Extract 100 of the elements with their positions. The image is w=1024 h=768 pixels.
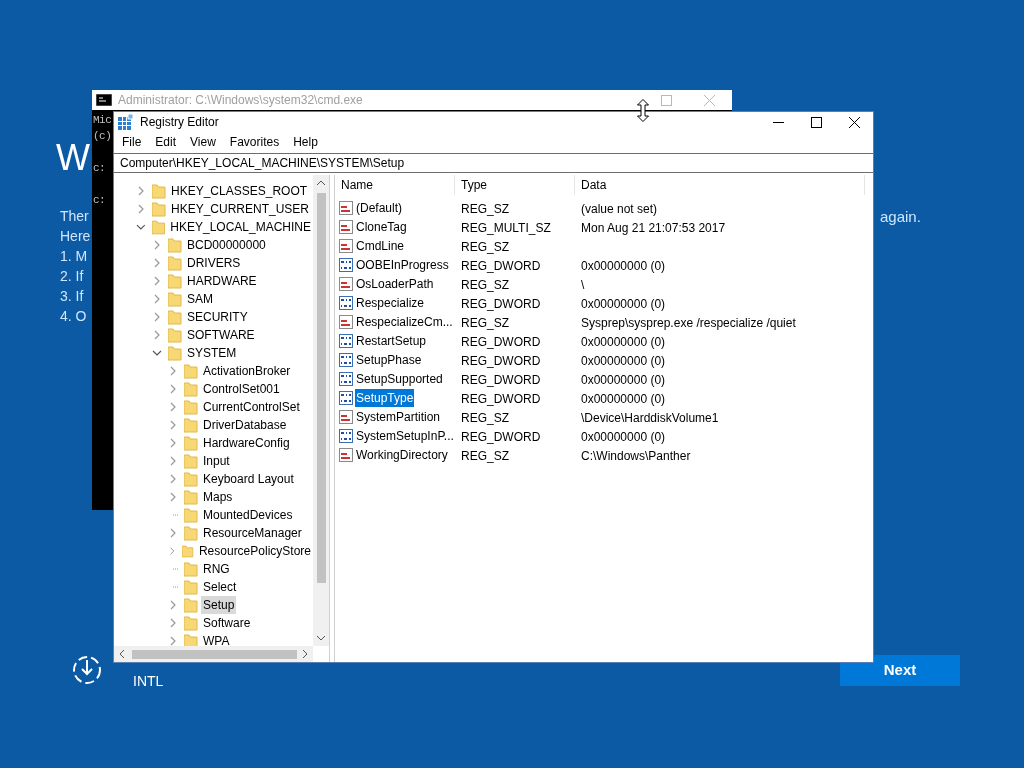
tree-item[interactable]: SOFTWARE [185, 326, 257, 344]
value-data: (value not set) [581, 201, 658, 216]
tree-item[interactable]: Keyboard Layout [201, 470, 296, 488]
setup-text: 2. If [60, 269, 84, 283]
tree-item[interactable]: DRIVERS [185, 254, 243, 272]
menu-item[interactable]: File [122, 133, 142, 151]
value-name[interactable]: SetupPhase [355, 350, 423, 369]
value-type: REG_DWORD [461, 258, 541, 273]
vertical-scrollbar[interactable] [313, 175, 329, 646]
value-data: 0x00000000 (0) [581, 334, 666, 349]
value-data: 0x00000000 (0) [581, 372, 666, 387]
folder-icon [184, 525, 198, 541]
value-name[interactable]: SystemSetupInP... [355, 426, 455, 445]
value-name[interactable]: CmdLine [355, 236, 406, 255]
folder-icon [184, 363, 198, 379]
tree-item[interactable]: SAM [185, 290, 215, 308]
folder-icon [168, 291, 182, 307]
folder-icon [168, 345, 182, 361]
scrollbar-thumb[interactable] [132, 649, 297, 659]
value-name[interactable]: SetupSupported [355, 369, 444, 388]
tree-item[interactable]: ControlSet001 [201, 380, 282, 398]
tree-item[interactable]: Setup [201, 596, 237, 614]
setup-text: Here [60, 229, 91, 243]
tree-item[interactable]: WPA [201, 632, 232, 646]
address-bar[interactable]: Computer\HKEY_LOCAL_MACHINE\SYSTEM\Setup [114, 153, 873, 173]
string-value-icon [339, 314, 353, 329]
folder-icon [151, 219, 166, 235]
menu-item[interactable]: Favorites [229, 133, 280, 151]
binary-value-icon [339, 352, 353, 367]
value-name[interactable]: OsLoaderPath [355, 274, 435, 293]
binary-value-icon [339, 333, 353, 348]
tree-item[interactable]: SYSTEM [185, 344, 239, 362]
value-data: C:\Windows\Panther [581, 448, 691, 463]
value-data: 0x00000000 (0) [581, 258, 666, 273]
value-type: REG_SZ [461, 239, 509, 254]
tree-item[interactable]: ResourceManager [201, 524, 304, 542]
value-data: \ [581, 277, 585, 292]
binary-value-icon [339, 295, 353, 310]
tree-item[interactable]: MountedDevices [201, 506, 295, 524]
next-button[interactable]: Next [840, 655, 960, 686]
folder-icon [168, 273, 182, 289]
value-name[interactable]: RestartSetup [355, 331, 428, 350]
setup-text: 4. O [60, 309, 87, 323]
folder-icon [152, 183, 166, 199]
menu-item[interactable]: Edit [155, 133, 177, 151]
value-name[interactable]: SystemPartition [355, 407, 442, 426]
scrollbar-thumb[interactable] [316, 193, 326, 583]
tree-item[interactable]: HARDWARE [185, 272, 259, 290]
folder-icon [168, 255, 182, 271]
value-name[interactable]: Respecialize [355, 293, 426, 312]
tree-item[interactable]: HKEY_CURRENT_USER [169, 200, 312, 218]
string-value-icon [339, 238, 353, 253]
value-name[interactable]: RespecializeCm... [355, 312, 454, 331]
scroll-up-icon[interactable] [316, 179, 326, 187]
scroll-left-icon[interactable] [118, 649, 126, 659]
tree-item[interactable]: Maps [201, 488, 235, 506]
tree-item[interactable]: Select [201, 578, 239, 596]
window-title: Registry Editor [140, 114, 219, 131]
tree-item[interactable]: Input [201, 452, 232, 470]
console-text: (c) [93, 129, 112, 144]
value-name[interactable]: CloneTag [355, 217, 408, 236]
value-name[interactable]: WorkingDirectory [355, 445, 449, 464]
column-header[interactable]: Name [335, 175, 455, 195]
value-type: REG_MULTI_SZ [461, 220, 551, 235]
setup-text: Ther [60, 209, 89, 223]
binary-value-icon [339, 371, 353, 386]
maximize-icon[interactable] [811, 116, 822, 128]
menu-item[interactable]: View [190, 133, 216, 151]
folder-icon [184, 561, 198, 577]
tree-item[interactable]: HKEY_CLASSES_ROOT [169, 182, 310, 200]
tree-item[interactable]: CurrentControlSet [201, 398, 302, 416]
tree-item[interactable]: DriverDatabase [201, 416, 289, 434]
console-text: c: [93, 161, 106, 176]
tree-item[interactable]: HardwareConfig [201, 434, 292, 452]
menu-item[interactable]: Help [293, 133, 318, 151]
value-name[interactable]: SetupType [355, 388, 415, 407]
tree-item[interactable]: RNG [201, 560, 232, 578]
string-value-icon [339, 409, 353, 424]
scroll-right-icon[interactable] [301, 649, 309, 659]
column-header[interactable]: Type [455, 175, 575, 195]
window-title: Administrator: C:\Windows\system32\cmd.exe [118, 92, 363, 109]
string-value-icon [339, 447, 353, 462]
tree-item[interactable]: ActivationBroker [201, 362, 293, 380]
tree-item[interactable]: ResourcePolicyStore [196, 542, 313, 560]
tree-item[interactable]: Software [201, 614, 253, 632]
close-icon[interactable] [849, 116, 860, 128]
value-name[interactable]: OOBEInProgress [355, 255, 450, 274]
folder-icon [184, 615, 198, 631]
horizontal-scrollbar[interactable] [114, 646, 313, 662]
value-type: REG_DWORD [461, 296, 541, 311]
string-value-icon [339, 276, 353, 291]
value-name[interactable]: (Default) [355, 198, 403, 217]
tree-item[interactable]: BCD00000000 [185, 236, 268, 254]
value-data: 0x00000000 (0) [581, 296, 666, 311]
tree-item[interactable]: SECURITY [185, 308, 250, 326]
string-value-icon [339, 200, 353, 215]
scroll-down-icon[interactable] [316, 634, 326, 642]
column-header[interactable]: Data [575, 175, 865, 195]
tree-item[interactable]: HKEY_LOCAL_MACHINE [168, 218, 313, 236]
recovery-icon[interactable] [71, 654, 103, 686]
